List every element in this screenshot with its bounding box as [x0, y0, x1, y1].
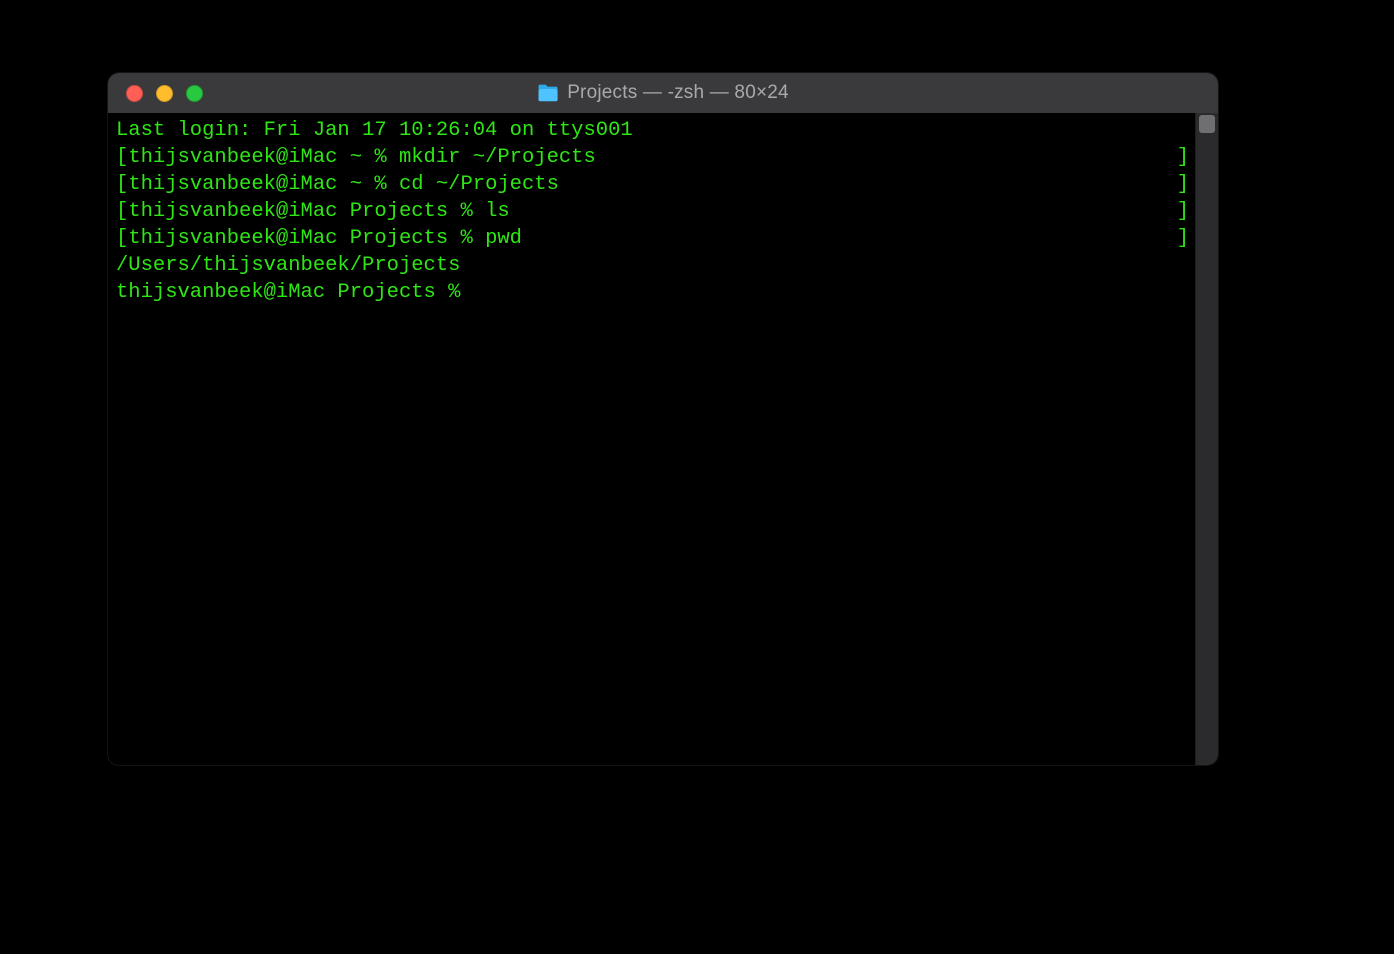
terminal-line: Last login: Fri Jan 17 10:26:04 on ttys0…: [116, 117, 1189, 144]
terminal-output[interactable]: Last login: Fri Jan 17 10:26:04 on ttys0…: [108, 113, 1195, 765]
terminal-text: thijsvanbeek@iMac ~ % cd ~/Projects: [128, 171, 559, 198]
minimize-icon[interactable]: [156, 85, 173, 102]
scrollbar-thumb[interactable]: [1199, 115, 1215, 133]
folder-icon: [537, 84, 559, 102]
titlebar[interactable]: Projects — -zsh — 80×24: [108, 73, 1218, 113]
terminal-line: thijsvanbeek@iMac Projects %: [116, 279, 1189, 306]
terminal-window: Projects — -zsh — 80×24 Last login: Fri …: [108, 73, 1218, 765]
terminal-line: /Users/thijsvanbeek/Projects: [116, 252, 1189, 279]
terminal-line: [thijsvanbeek@iMac ~ % mkdir ~/Projects]: [116, 144, 1189, 171]
close-icon[interactable]: [126, 85, 143, 102]
prompt-close-bracket: ]: [1177, 225, 1189, 252]
prompt-open-bracket: [: [116, 171, 128, 198]
terminal-line: [thijsvanbeek@iMac Projects % ls]: [116, 198, 1189, 225]
window-body: Last login: Fri Jan 17 10:26:04 on ttys0…: [108, 113, 1218, 765]
prompt-close-bracket: ]: [1177, 198, 1189, 225]
zoom-icon[interactable]: [186, 85, 203, 102]
prompt-close-bracket: ]: [1177, 144, 1189, 171]
terminal-line: [thijsvanbeek@iMac ~ % cd ~/Projects]: [116, 171, 1189, 198]
prompt-open-bracket: [: [116, 225, 128, 252]
prompt-open-bracket: [: [116, 198, 128, 225]
traffic-lights: [108, 85, 203, 102]
scrollbar[interactable]: [1195, 113, 1218, 765]
prompt-close-bracket: ]: [1177, 171, 1189, 198]
terminal-line: [thijsvanbeek@iMac Projects % pwd]: [116, 225, 1189, 252]
terminal-text: thijsvanbeek@iMac Projects % ls: [128, 198, 509, 225]
window-title: Projects — -zsh — 80×24: [567, 82, 789, 104]
prompt-open-bracket: [: [116, 144, 128, 171]
terminal-text: thijsvanbeek@iMac ~ % mkdir ~/Projects: [128, 144, 595, 171]
terminal-text: thijsvanbeek@iMac Projects % pwd: [128, 225, 522, 252]
